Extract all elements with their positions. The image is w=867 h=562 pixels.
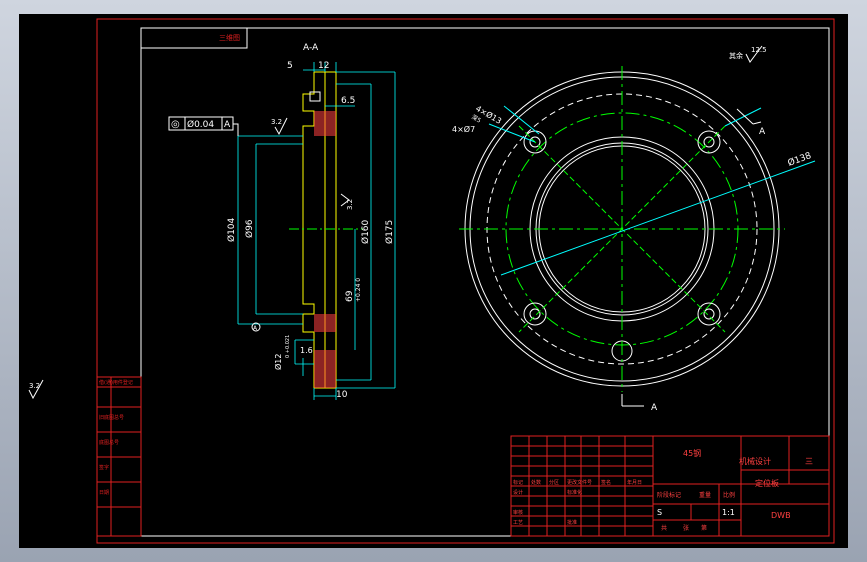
flatness-roughness-value: 3.2 — [271, 118, 282, 126]
tb-stage-marks: 阶段标记 — [657, 491, 681, 499]
outer-frame — [96, 18, 835, 544]
title-block-grid — [510, 435, 830, 537]
corner-roughness-value: 3.2 — [29, 382, 40, 390]
general-roughness-label: 其余 — [729, 51, 743, 60]
tb-course-right: 三 — [805, 457, 813, 466]
side-row2: 旧底图总号 — [99, 414, 124, 421]
hole-main: 4×Ø7 — [452, 124, 475, 134]
tb-sheet-total: 共 — [661, 524, 667, 532]
inner-frame — [140, 27, 830, 537]
tol-symbol: ◎ — [171, 119, 180, 130]
dim-104: Ø104 — [226, 217, 237, 242]
tb-code: DWB — [771, 511, 791, 520]
dim-160: Ø160 — [360, 219, 371, 244]
tb-weight: 重量 — [699, 491, 711, 499]
tb-rev-marks: 标记 — [513, 479, 523, 486]
section-arrow-bottom — [621, 394, 644, 407]
tb-rev-zone: 分区 — [549, 479, 559, 486]
tb-part-name: 定位板 — [755, 478, 779, 488]
tb-material: 45钢 — [683, 448, 701, 458]
tb-approve: 批准 — [567, 519, 577, 526]
tol-datum: A — [224, 120, 231, 130]
cad-drawing[interactable]: 三维图 借(通)用件登记 旧底图总号 底图总号 签字 日期 3.2 A-A 5 … — [19, 14, 848, 548]
dim-6-5: 6.5 — [341, 96, 355, 106]
dim-175: Ø175 — [384, 220, 395, 244]
dim-69: 69 — [345, 290, 355, 302]
drawing-canvas[interactable]: 三维图 借(通)用件登记 旧底图总号 底图总号 签字 日期 3.2 A-A 5 … — [19, 14, 848, 548]
tb-sheet-first: 第 — [701, 524, 707, 532]
general-roughness-value: 12.5 — [751, 46, 767, 54]
tb-scale: 1:1 — [722, 508, 735, 517]
dim-12: 12 — [318, 61, 329, 71]
tb-designer: 设计 — [513, 489, 523, 496]
tb-rev-date: 年月日 — [627, 479, 642, 486]
side-row3: 底图总号 — [99, 439, 119, 446]
tb-rev-doc: 更改文件号 — [567, 479, 592, 486]
front-view — [459, 66, 785, 392]
dim-5: 5 — [287, 61, 293, 71]
section-label: A-A — [303, 43, 319, 53]
section-arrow-top-label: A — [759, 127, 766, 137]
tb-sheet-label: 张 — [683, 524, 689, 532]
side-block — [96, 376, 142, 537]
tb-scale-label: S — [657, 508, 662, 517]
counterbore — [309, 91, 321, 102]
dim-10: 10 — [336, 390, 348, 400]
tb-course: 机械设计 — [739, 456, 771, 466]
top-tab-text: 三维图 — [219, 33, 240, 42]
dim-96: Ø96 — [244, 219, 255, 238]
tb-rev-count: 处数 — [531, 479, 541, 486]
tb-craft: 工艺 — [513, 520, 523, 526]
tb-ratio: 比例 — [723, 491, 735, 499]
tb-standard: 标准化 — [567, 489, 582, 496]
dim-12-fit: Ø12 — [273, 354, 283, 370]
side-row5: 日期 — [99, 490, 109, 496]
dim-138: Ø138 — [786, 150, 813, 169]
tb-rev-sign: 签名 — [601, 479, 611, 486]
section-arrow-bottom-label: A — [651, 403, 658, 413]
tb-checker: 审核 — [513, 509, 523, 516]
dim-1-6: 1.6 — [300, 346, 313, 355]
dim-12-fit-tol: 0 +0.021 — [285, 335, 291, 358]
section-arrow-top — [736, 108, 762, 125]
tol-value: Ø0.04 — [187, 119, 214, 130]
dim-69-tol: +0.24 0 — [355, 278, 362, 302]
side-row4: 签字 — [99, 464, 109, 471]
side-row1: 借(通)用件登记 — [99, 379, 133, 386]
inner-roughness-value: 3.2 — [346, 199, 354, 210]
